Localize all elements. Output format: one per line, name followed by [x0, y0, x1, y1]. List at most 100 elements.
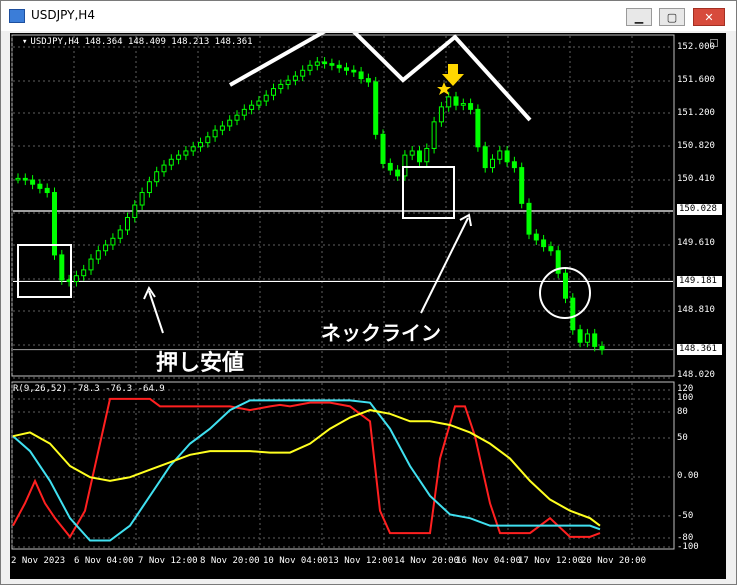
- candle-body: [511, 161, 517, 169]
- price-chart[interactable]: ▾ USDJPY,H4 148.364 148.409 148.213 148.3…: [10, 33, 726, 579]
- candle-body: [44, 187, 50, 194]
- candle-body: [292, 75, 298, 81]
- window-title: USDJPY,H4: [31, 8, 95, 22]
- title-bar[interactable]: USDJPY,H4 ▁ ▢ ✕: [1, 1, 736, 31]
- candle-body: [307, 64, 313, 71]
- candle-body: [599, 345, 605, 351]
- candle-body: [497, 150, 503, 160]
- candle-body: [256, 100, 262, 106]
- candle-body: [190, 146, 196, 152]
- candle-body: [533, 233, 539, 241]
- candle-body: [154, 171, 160, 183]
- candle-body: [453, 96, 459, 106]
- price-axis-label: 150.820: [677, 141, 715, 151]
- candle-body: [103, 244, 109, 252]
- candle-body: [176, 154, 182, 160]
- candle-body: [563, 272, 568, 299]
- price-axis-label: 149.610: [677, 238, 715, 248]
- price-axis-label: 151.600: [677, 75, 715, 85]
- indicator-axis-label: -100: [677, 542, 699, 552]
- candle-body: [424, 147, 430, 163]
- candle-body: [314, 61, 320, 66]
- maximize-button[interactable]: ▢: [659, 8, 685, 26]
- candle-body: [490, 158, 495, 169]
- candle-body: [526, 202, 532, 235]
- candle-body: [336, 64, 342, 69]
- close-icon: ✕: [704, 10, 714, 24]
- candle-body: [329, 63, 335, 66]
- candle-body: [373, 81, 379, 135]
- time-axis-label: 10 Nov 04:00: [263, 556, 329, 566]
- time-axis-label: 20 Nov 20:00: [581, 556, 647, 566]
- candle-body: [168, 158, 174, 166]
- candle-body: [146, 181, 152, 194]
- time-axis-label: 6 Nov 04:00: [74, 556, 134, 566]
- candle-body: [570, 297, 576, 331]
- arrow-line: [148, 290, 164, 334]
- candle-body: [234, 114, 240, 121]
- candle-body: [263, 94, 269, 102]
- price-tag: 149.181: [677, 276, 722, 287]
- indicator-pane-frame: [11, 381, 675, 550]
- candle-body: [139, 192, 145, 206]
- symbol-info: ▾ USDJPY,H4 148.364 148.409 148.213 148.3…: [22, 37, 253, 47]
- candle-body: [59, 254, 65, 281]
- candle-body: [365, 78, 371, 83]
- candle-body: [285, 79, 291, 85]
- candle-body: [37, 183, 43, 189]
- candle-body: [460, 103, 466, 106]
- candle-body: [183, 150, 189, 156]
- candle-body: [409, 150, 415, 156]
- candle-body: [219, 125, 225, 131]
- candle-body: [344, 67, 349, 71]
- candle-body: [438, 106, 444, 123]
- candle-body: [95, 250, 101, 260]
- candle-body: [446, 96, 452, 108]
- candle-body: [387, 162, 393, 171]
- candle-body: [475, 108, 481, 148]
- candle-body: [30, 179, 36, 185]
- annotation-neckline: ネックライン: [321, 321, 441, 345]
- candle-body: [395, 169, 401, 177]
- candle-body: [212, 129, 218, 138]
- head-shoulders-pattern: [229, 33, 532, 122]
- candle-body: [482, 146, 488, 169]
- candle-body: [300, 69, 306, 77]
- candle-body: [431, 121, 437, 149]
- chart-canvas[interactable]: [10, 33, 726, 579]
- maximize-icon: ▢: [666, 10, 678, 24]
- candle-body: [519, 167, 525, 204]
- candle-body: [205, 136, 211, 144]
- down-arrow-icon: [442, 64, 464, 86]
- time-axis-label: 8 Nov 20:00: [200, 556, 260, 566]
- candle-body: [577, 329, 583, 343]
- candle-body: [73, 275, 79, 283]
- price-axis-label: 148.020: [677, 370, 715, 380]
- time-axis-label: 2 Nov 2023: [11, 556, 66, 566]
- candle-body: [227, 119, 233, 127]
- time-axis-label: 17 Nov 12:00: [518, 556, 584, 566]
- candle-body: [110, 237, 116, 246]
- candle-body: [88, 258, 94, 271]
- candle-body: [15, 177, 21, 181]
- time-axis-label: 7 Nov 12:00: [138, 556, 198, 566]
- indicator-axis-label: 0.00: [677, 471, 699, 481]
- minimize-button[interactable]: ▁: [626, 8, 652, 26]
- candle-body: [417, 150, 422, 163]
- candle-body: [468, 103, 474, 110]
- candle-body: [380, 133, 386, 164]
- dropdown-triangle-icon[interactable]: ▾: [22, 37, 27, 47]
- candle-body: [117, 229, 123, 239]
- price-axis-label: 152.000: [677, 42, 715, 52]
- rci-short-line: [12, 397, 601, 539]
- arrow-line: [420, 217, 469, 314]
- close-button[interactable]: ✕: [693, 8, 725, 26]
- candle-body: [584, 333, 590, 343]
- symbol-ohlc: USDJPY,H4 148.364 148.409 148.213 148.36…: [30, 37, 253, 47]
- candle-body: [198, 142, 203, 148]
- indicator-axis-label: -50: [677, 511, 694, 521]
- indicator-axis-label: 80: [677, 407, 688, 417]
- rci-mid-line: [12, 399, 601, 542]
- price-tag: 150.028: [677, 204, 722, 215]
- candle-body: [322, 61, 328, 65]
